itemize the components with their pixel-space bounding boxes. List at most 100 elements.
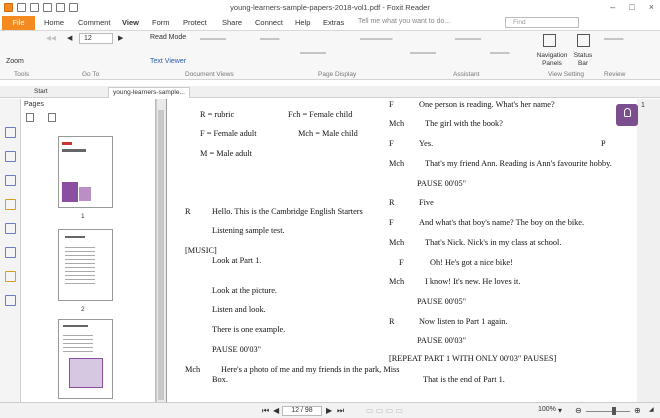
zoom-in-icon[interactable]: ⊕ [634, 406, 641, 415]
file-menu-button[interactable]: File [2, 16, 35, 30]
doc-text: PAUSE 00'03" [212, 345, 262, 354]
close-icon[interactable]: × [649, 2, 654, 12]
page-thumbnail[interactable] [58, 319, 113, 399]
tab-connect[interactable]: Connect [255, 18, 283, 27]
group-label: Review [604, 71, 626, 78]
group-label: Document Views [185, 71, 234, 78]
page-thumbnail[interactable] [58, 136, 113, 208]
tab-document[interactable]: young-learners-sample... [108, 87, 190, 98]
thumbnail-art [62, 142, 72, 145]
doc-text: Look at the picture. [212, 286, 277, 295]
doc-text: The girl with the book? [425, 119, 503, 128]
zoom-button[interactable]: Zoom [6, 58, 24, 65]
zoom-level[interactable]: 100% [538, 406, 556, 413]
doc-text: Five [419, 198, 434, 207]
ribbon-disabled-item: ▬▬▬▬▬ [360, 35, 393, 42]
doc-text: Box. [212, 375, 228, 384]
ribbon-disabled-item: ▬▬▬▬ [200, 35, 226, 42]
thumbnail-art [65, 244, 95, 284]
page-number-input[interactable]: 12 [79, 33, 113, 44]
tab-help[interactable]: Help [295, 18, 310, 27]
tab-view[interactable]: View [122, 18, 139, 27]
read-mode-button[interactable]: Read Mode [150, 34, 186, 41]
next-page-icon[interactable]: ▶ [326, 406, 332, 415]
ribbon-disabled-item: ▬▬▬ [490, 49, 510, 56]
group-label: Assistant [453, 71, 480, 78]
zoom-slider[interactable] [586, 411, 630, 412]
text-viewer-button[interactable]: Text Viewer [150, 58, 186, 65]
ribbon-disabled-item: ▬▬▬▬ [410, 49, 436, 56]
zoom-out-icon[interactable]: ⊖ [575, 406, 582, 415]
page-indicator-input[interactable]: 12 / 98 [282, 406, 322, 416]
group-label: Go To [82, 71, 100, 78]
tab-home[interactable]: Home [44, 18, 64, 27]
attachments-icon[interactable] [5, 223, 16, 234]
doc-text: [REPEAT PART 1 WITH ONLY 00'03" PAUSES] [389, 354, 557, 363]
window-controls: – □ × [610, 2, 654, 12]
tab-protect[interactable]: Protect [183, 18, 207, 27]
tab-share[interactable]: Share [222, 18, 242, 27]
signature-icon[interactable] [5, 295, 16, 306]
view-mode-icon[interactable]: ▭ ▭ ▭ ▭ [366, 406, 403, 415]
previous-page-icon[interactable]: ◀ [273, 406, 279, 415]
previous-page-icon[interactable]: ◀ [67, 34, 72, 42]
status-bar-icon[interactable] [577, 34, 590, 47]
tell-me-input[interactable]: Tell me what you want to do... [358, 18, 450, 25]
title-bar: young-learners-sample-papers-2018-vol1.p… [0, 0, 660, 16]
scrollbar-thumb[interactable] [158, 110, 164, 400]
doc-text: And what's that boy's name? The boy on t… [419, 218, 585, 227]
doc-text: There is one example. [212, 325, 286, 334]
lightbulb-icon [624, 108, 631, 117]
group-label: Tools [14, 71, 30, 78]
doc-text: PAUSE 00'05" [417, 179, 467, 188]
hand-tool-icon[interactable] [5, 127, 16, 138]
pages-icon[interactable] [5, 151, 16, 162]
badge-number: 1 [641, 102, 645, 109]
doc-text: F [389, 100, 394, 109]
first-page-icon[interactable]: ⏮ [262, 406, 269, 416]
thumbnail-option-icon[interactable] [48, 113, 56, 122]
tab-start[interactable]: Start [30, 87, 52, 98]
doc-text: Mch = Male child [298, 129, 358, 138]
navigation-panels-icon[interactable] [543, 34, 556, 47]
thumbnail-option-icon[interactable] [26, 113, 34, 122]
doc-text: That's my friend Ann. Reading is Ann's f… [425, 159, 612, 168]
tab-extras[interactable]: Extras [323, 18, 344, 27]
page-thumbnail[interactable] [58, 229, 113, 301]
doc-text: R [185, 207, 191, 216]
security-icon[interactable] [5, 271, 16, 282]
thumbnail-art [62, 182, 78, 202]
thumbnail-art [62, 149, 86, 152]
minimize-icon[interactable]: – [610, 2, 615, 12]
navigation-panels-button[interactable]: Navigation Panels [536, 52, 568, 68]
bookmarks-icon[interactable] [5, 175, 16, 186]
comments-icon[interactable] [5, 199, 16, 210]
zoom-slider-thumb[interactable] [612, 407, 616, 415]
maximize-icon[interactable]: □ [629, 2, 634, 12]
doc-text: F [389, 218, 394, 227]
doc-text: PAUSE 00'03" [417, 336, 467, 345]
thumbnail-art [63, 332, 93, 352]
window-title: young-learners-sample-papers-2018-vol1.p… [230, 3, 430, 12]
group-label: Page Display [318, 71, 357, 78]
layers-icon[interactable] [5, 247, 16, 258]
doc-text: F [399, 258, 404, 267]
ribbon-disabled-item: ▬▬▬▬ [300, 49, 326, 56]
zoom-dropdown-icon[interactable]: ▾ [558, 406, 562, 415]
last-page-icon[interactable]: ⏭ [337, 406, 344, 416]
thumbnail-art [79, 187, 91, 201]
find-input[interactable]: Find [505, 17, 579, 28]
tab-form[interactable]: Form [152, 18, 170, 27]
ribbon-disabled-item: ▬▬▬ [604, 35, 624, 42]
status-bar-button[interactable]: Status Bar [571, 52, 595, 68]
resize-grip-icon[interactable]: ◢ [649, 406, 654, 413]
doc-text: I know! It's new. He loves it. [425, 277, 521, 286]
tab-comment[interactable]: Comment [78, 18, 111, 27]
first-page-icon[interactable]: ◀◀ [46, 34, 56, 42]
doc-text: R [389, 198, 395, 207]
panel-title: Pages [24, 101, 44, 108]
document-scrollbar[interactable] [637, 99, 660, 402]
next-page-icon[interactable]: ▶ [118, 34, 123, 42]
doc-text: That's Nick. Nick's in my class at schoo… [425, 238, 562, 247]
doc-text: Oh! He's got a nice bike! [430, 258, 513, 267]
